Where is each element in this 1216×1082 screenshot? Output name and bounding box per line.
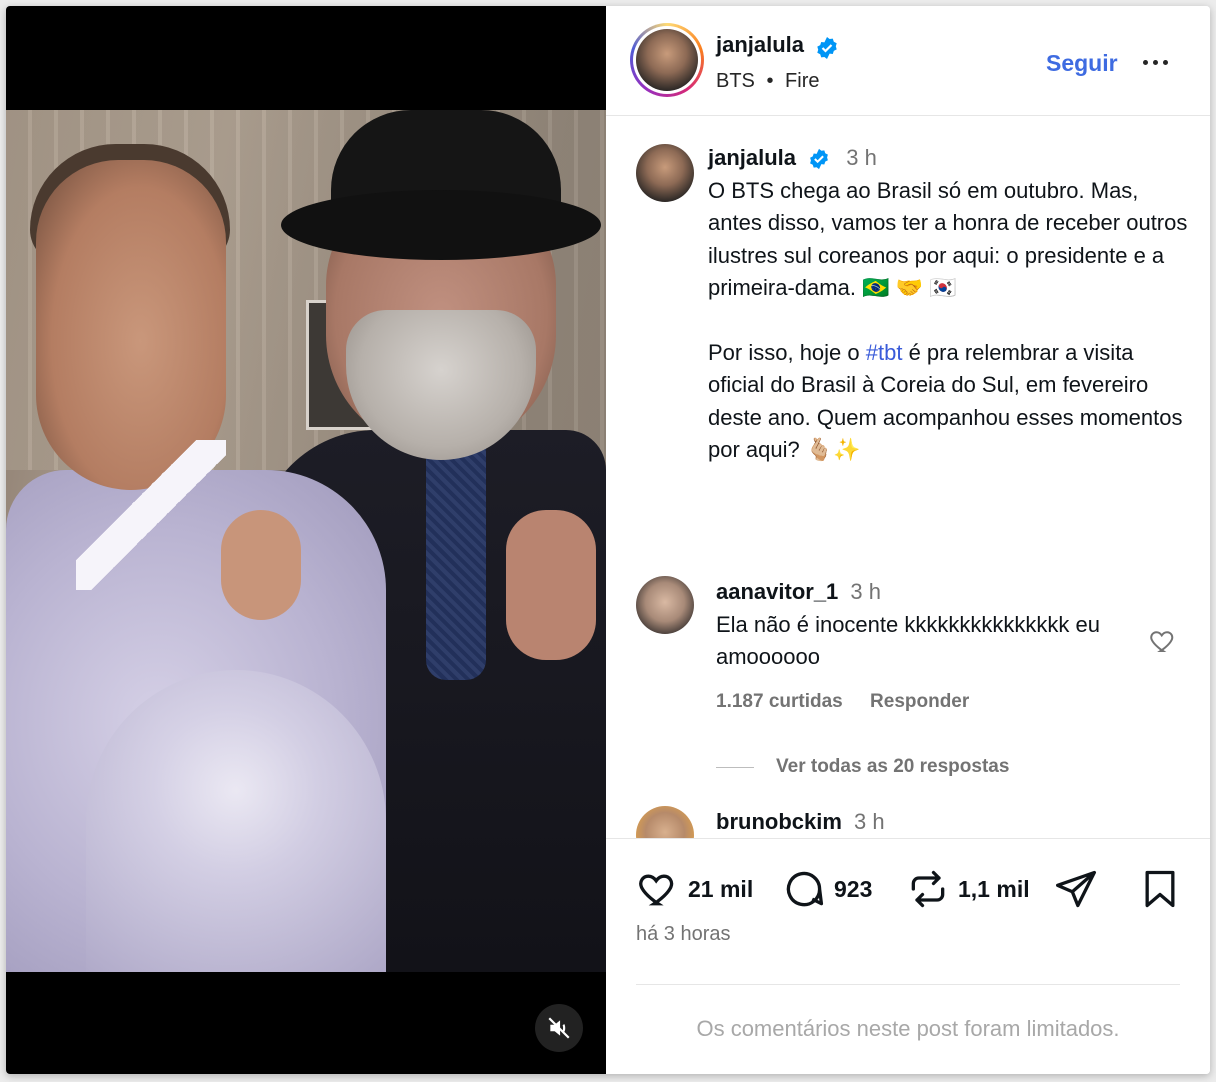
share-action[interactable] bbox=[1054, 867, 1098, 911]
comments-count[interactable]: 923 bbox=[834, 876, 872, 903]
comments-scroll-area[interactable]: janjalula 3 h O BTS chega ao Brasil só e… bbox=[606, 116, 1210, 838]
post-side-panel: janjalula BTS • Fire Seguir janjalula 3 … bbox=[606, 6, 1210, 1074]
comment-item: aanavitor_1 3 h Ela não é inocente kkkkk… bbox=[636, 576, 1196, 726]
bookmark-icon[interactable] bbox=[1138, 867, 1182, 911]
comment-item: brunobckim 3 h bbox=[636, 806, 1196, 838]
comment-likes-count[interactable]: 1.187 curtidas bbox=[716, 691, 843, 712]
post-video-frame[interactable] bbox=[6, 110, 606, 972]
heart-icon[interactable] bbox=[1148, 626, 1178, 656]
reply-button[interactable]: Responder bbox=[870, 691, 969, 712]
caption-paragraph-2: Por isso, hoje o #tbt é pra relembrar a … bbox=[708, 339, 1183, 463]
music-attribution[interactable]: BTS • Fire bbox=[716, 70, 820, 93]
hashtag-link[interactable]: #tbt bbox=[866, 340, 903, 365]
send-icon[interactable] bbox=[1054, 867, 1098, 911]
post-caption: janjalula 3 h O BTS chega ao Brasil só e… bbox=[708, 142, 1188, 467]
muted-speaker-icon bbox=[548, 1017, 570, 1039]
commenter-username[interactable]: brunobckim bbox=[716, 809, 842, 834]
view-replies-button[interactable]: Ver todas as 20 respostas bbox=[716, 756, 1009, 778]
commenter-username[interactable]: aanavitor_1 bbox=[716, 579, 838, 604]
verified-badge-icon bbox=[816, 36, 837, 59]
post-media[interactable] bbox=[6, 6, 606, 1074]
repost-icon[interactable] bbox=[906, 867, 950, 911]
comment-action[interactable]: 923 bbox=[782, 867, 872, 911]
post-timestamp[interactable]: há 3 horas bbox=[636, 923, 731, 946]
caption-paragraph-1: O BTS chega ao Brasil só em outubro. Mas… bbox=[708, 177, 1188, 301]
repost-action[interactable]: 1,1 mil bbox=[906, 867, 1030, 911]
instagram-post-window: janjalula BTS • Fire Seguir janjalula 3 … bbox=[6, 6, 1210, 1074]
verified-badge-icon bbox=[810, 149, 829, 170]
caption-time: 3 h bbox=[846, 145, 877, 170]
follow-button[interactable]: Seguir bbox=[1046, 50, 1118, 77]
likes-count[interactable]: 21 mil bbox=[688, 876, 753, 903]
like-action[interactable]: 21 mil bbox=[636, 867, 753, 911]
commenter-avatar[interactable] bbox=[636, 576, 694, 634]
author-username[interactable]: janjalula bbox=[716, 32, 804, 57]
post-actions-bar: 21 mil 923 1,1 mil há 3 horas bbox=[606, 838, 1210, 988]
comments-limited-notice: Os comentários neste post foram limitado… bbox=[696, 1016, 1120, 1041]
post-header: janjalula BTS • Fire Seguir bbox=[606, 6, 1210, 116]
save-action[interactable] bbox=[1138, 867, 1182, 911]
commenter-avatar[interactable] bbox=[636, 806, 694, 838]
mute-toggle-button[interactable] bbox=[535, 1004, 583, 1052]
comment-time: 3 h bbox=[850, 579, 882, 604]
more-options-icon[interactable] bbox=[1143, 54, 1175, 70]
author-avatar[interactable] bbox=[630, 23, 704, 97]
comment-text: Ela não é inocente kkkkkkkkkkkkkkk eu am… bbox=[716, 611, 1100, 670]
caption-username[interactable]: janjalula bbox=[708, 145, 796, 170]
reposts-count[interactable]: 1,1 mil bbox=[958, 876, 1030, 903]
caption-author-avatar[interactable] bbox=[636, 144, 694, 202]
comment-bubble-icon[interactable] bbox=[782, 867, 826, 911]
heart-icon[interactable] bbox=[636, 867, 680, 911]
comment-time: 3 h bbox=[854, 809, 885, 834]
